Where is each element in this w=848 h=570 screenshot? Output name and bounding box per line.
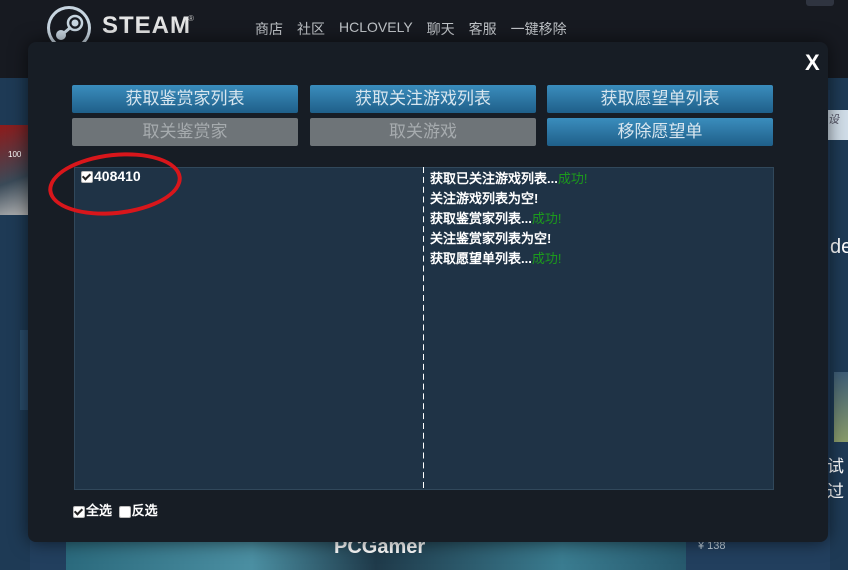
remove-wishlist-button[interactable]: 移除愿望单: [547, 118, 773, 146]
nav-profile[interactable]: HCLOVELY: [339, 19, 413, 39]
log-line: 关注游戏列表为空!: [430, 191, 539, 206]
nav-store[interactable]: 商店: [255, 19, 283, 39]
search-placeholder: 设: [828, 114, 839, 126]
nav-support[interactable]: 客服: [469, 19, 497, 39]
log-line: 获取鉴赏家列表...成功!: [430, 211, 562, 226]
right-game-thumbnail[interactable]: [834, 372, 848, 442]
item-list-panel[interactable]: 408410: [74, 167, 426, 490]
right-heading-fragment: de: [830, 236, 848, 258]
game-thumbnail[interactable]: [0, 125, 30, 215]
invert-checkbox[interactable]: [118, 505, 131, 518]
unfollow-curators-button[interactable]: 取关鉴赏家: [72, 118, 298, 146]
select-all-label: 全选: [86, 503, 113, 518]
search-box-fragment[interactable]: 设: [826, 110, 848, 140]
success-status: 成功!: [531, 251, 562, 266]
invert-label: 反选: [131, 503, 158, 518]
selection-controls: 全选 反选: [73, 500, 161, 519]
window-control-button[interactable]: [806, 0, 834, 6]
get-followed-games-button[interactable]: 获取关注游戏列表: [310, 85, 536, 113]
select-all-checkbox[interactable]: [73, 505, 85, 518]
get-wishlist-button[interactable]: 获取愿望单列表: [547, 85, 773, 113]
nav-one-click-remove[interactable]: 一键移除: [511, 19, 567, 39]
thumbnail-badge: 100: [8, 150, 22, 159]
log-panel: 获取已关注游戏列表...成功! 关注游戏列表为空! 获取鉴赏家列表...成功! …: [424, 167, 774, 490]
log-line: 关注鉴赏家列表为空!: [430, 231, 552, 246]
nav-chat[interactable]: 聊天: [427, 19, 455, 39]
success-status: 成功!: [557, 171, 588, 186]
right-text-fragment: 试过: [827, 457, 844, 501]
nav-community[interactable]: 社区: [297, 19, 325, 39]
get-curators-button[interactable]: 获取鉴赏家列表: [72, 85, 298, 113]
main-nav: 商店 社区 HCLOVELY 聊天 客服 一键移除: [255, 19, 581, 39]
log-line: 获取愿望单列表...成功!: [430, 251, 562, 266]
unfollow-games-button[interactable]: 取关游戏: [310, 118, 536, 146]
success-status: 成功!: [531, 211, 562, 226]
registered-mark: ®: [188, 14, 194, 23]
log-line: 获取已关注游戏列表...成功!: [430, 171, 588, 186]
invert-selection-toggle[interactable]: 反选: [118, 500, 158, 519]
remove-tool-dialog: X 获取鉴赏家列表 获取关注游戏列表 获取愿望单列表 取关鉴赏家 取关游戏 移除…: [28, 42, 828, 542]
close-button[interactable]: X: [805, 50, 820, 76]
steam-logo-text[interactable]: STEAM: [102, 12, 191, 40]
select-all-toggle[interactable]: 全选: [73, 500, 112, 519]
